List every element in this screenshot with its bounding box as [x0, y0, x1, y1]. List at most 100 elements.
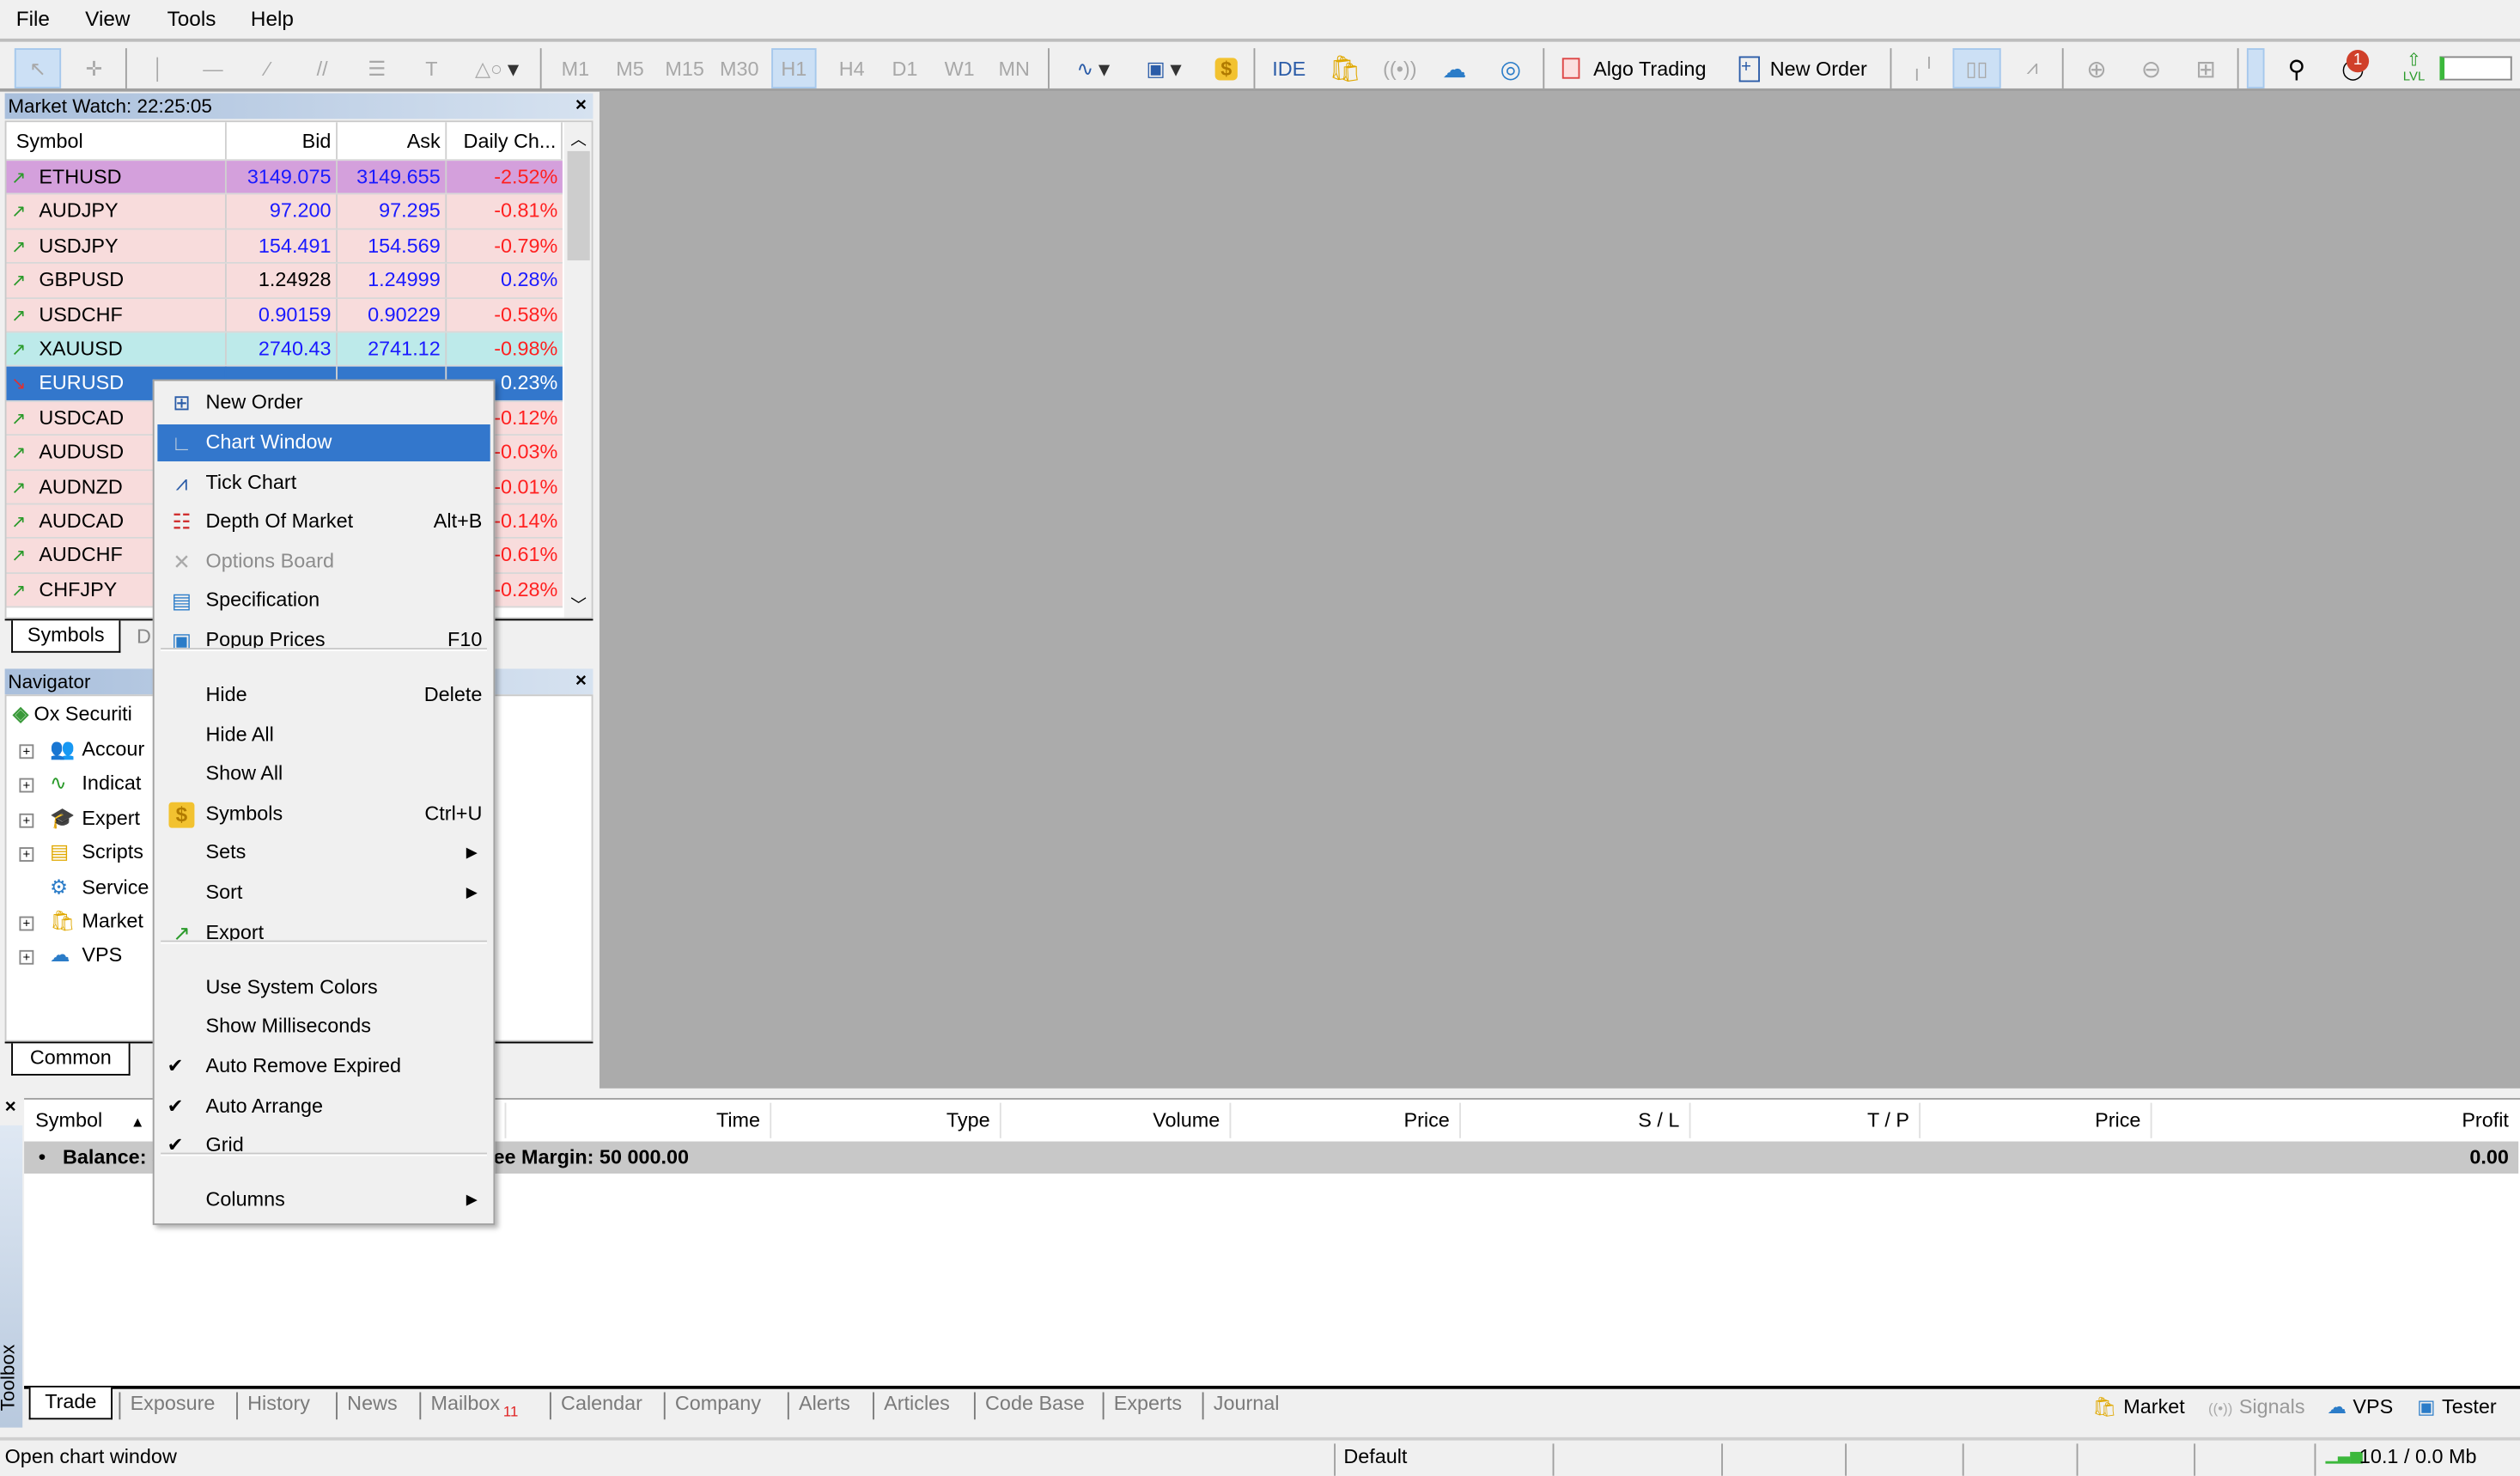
equidistant-channel-button[interactable]: //	[302, 48, 343, 88]
crosshair-button[interactable]: ✛	[74, 48, 114, 88]
menu-item-columns[interactable]: Columns ▶	[157, 1181, 490, 1218]
timeframe-w1-button[interactable]: W1	[937, 48, 982, 88]
timeframe-m15-button[interactable]: M15	[662, 48, 707, 88]
market-button[interactable]: 🛍	[1328, 48, 1363, 88]
tab-news[interactable]: News	[347, 1392, 398, 1414]
expand-icon[interactable]: +	[19, 778, 34, 794]
col-volume[interactable]: Volume	[1001, 1102, 1232, 1138]
signals-button[interactable]: ((•))	[1382, 48, 1417, 88]
timeframe-m30-button[interactable]: M30	[717, 48, 762, 88]
col-symbol[interactable]: Symbol	[6, 122, 227, 160]
menu-item-hide-all[interactable]: Hide All	[157, 717, 490, 754]
menu-help[interactable]: Help	[251, 6, 294, 30]
expand-icon[interactable]: +	[19, 744, 34, 759]
navigator-close-button[interactable]: ×	[575, 668, 587, 691]
tab-experts[interactable]: Experts	[1114, 1392, 1182, 1414]
zoom-out-button[interactable]: ⊖	[2131, 48, 2171, 88]
vertical-line-button[interactable]: │	[138, 48, 179, 88]
navigator-item[interactable]: + 👥 Accour	[19, 733, 144, 765]
toolbox-close-button[interactable]: ×	[5, 1095, 16, 1117]
expand-icon[interactable]: +	[19, 847, 34, 863]
chart-type-button[interactable]: ∿ ▾	[1061, 48, 1125, 88]
navigator-item[interactable]: + 🎓 Expert	[19, 802, 140, 833]
col-current-price[interactable]: Price	[1920, 1102, 2152, 1138]
expand-icon[interactable]: +	[19, 916, 34, 931]
col-ask[interactable]: Ask	[338, 122, 447, 160]
menu-item-export[interactable]: ↗ Export	[157, 915, 490, 952]
trendline-button[interactable]: ⁄	[247, 48, 288, 88]
menu-item-sets[interactable]: Sets ▶	[157, 834, 490, 871]
market-watch-row[interactable]: ↗ GBPUSD 1.24928 1.24999 0.28%	[6, 264, 563, 299]
col-daily-change[interactable]: Daily Ch...	[447, 122, 563, 160]
timeframe-d1-button[interactable]: D1	[882, 48, 927, 88]
navigator-item[interactable]: ⚙ Service	[19, 870, 149, 902]
market-watch-row[interactable]: ↗ USDJPY 154.491 154.569 -0.79%	[6, 229, 563, 265]
tab-company[interactable]: Company	[675, 1392, 761, 1414]
menu-item-grid[interactable]: ✔ Grid	[157, 1127, 490, 1164]
timeframe-mn-button[interactable]: MN	[992, 48, 1037, 88]
menu-file[interactable]: File	[16, 6, 50, 30]
vps-button[interactable]: ☁	[1437, 48, 1472, 88]
menu-item-new-order[interactable]: ⊞ New Order	[157, 384, 490, 421]
timeframe-m1-button[interactable]: M1	[553, 48, 598, 88]
menu-item-hide[interactable]: Hide Delete	[157, 677, 490, 714]
menu-item-show-all[interactable]: Show All	[157, 755, 490, 792]
menu-item-auto-arrange[interactable]: ✔ Auto Arrange	[157, 1089, 490, 1125]
text-button[interactable]: T	[411, 48, 452, 88]
tab-details[interactable]: D	[137, 625, 151, 648]
toolbox-tester-button[interactable]: ▣ Tester	[2417, 1395, 2496, 1418]
tab-calendar[interactable]: Calendar	[561, 1392, 642, 1414]
menu-item-sort[interactable]: Sort ▶	[157, 875, 490, 912]
economic-calendar-button[interactable]: ◎	[1491, 48, 1530, 88]
line-chart-button[interactable]: ⩘	[2012, 48, 2053, 88]
market-watch-row[interactable]: ↗ AUDJPY 97.200 97.295 -0.81%	[6, 195, 563, 230]
lvl-button[interactable]: ⇧ LVL	[2395, 48, 2433, 88]
menu-item-specification[interactable]: ▤ Specification	[157, 582, 490, 619]
navigator-item[interactable]: + 🛍 Market	[19, 905, 143, 936]
tab-trade[interactable]: Trade	[28, 1387, 113, 1420]
horizontal-line-button[interactable]: —	[193, 48, 234, 88]
shapes-button[interactable]: △○ ▾	[466, 48, 527, 88]
tab-symbols[interactable]: Symbols	[11, 620, 121, 653]
menu-item-auto-remove-expired[interactable]: ✔ Auto Remove Expired	[157, 1048, 490, 1085]
symbols-button[interactable]: $	[1208, 48, 1244, 88]
tab-journal[interactable]: Journal	[1214, 1392, 1280, 1414]
timeframe-m5-button[interactable]: M5	[607, 48, 652, 88]
menu-item-chart-window[interactable]: ∟ Chart Window	[157, 424, 490, 462]
search-button[interactable]: ⚲	[2279, 48, 2314, 88]
tab-exposure[interactable]: Exposure	[131, 1392, 216, 1414]
candlestick-button[interactable]: ▯▯	[1952, 48, 2001, 88]
menu-view[interactable]: View	[85, 6, 130, 30]
market-watch-row[interactable]: ↗ XAUUSD 2740.43 2741.12 -0.98%	[6, 332, 563, 368]
notifications-button[interactable]: ◯1	[2334, 48, 2372, 88]
zoom-in-button[interactable]: ⊕	[2077, 48, 2117, 88]
menu-item-popup-prices[interactable]: ▣ Popup Prices F10	[157, 622, 490, 659]
expand-icon[interactable]: +	[19, 950, 34, 966]
col-time[interactable]: Time	[506, 1102, 772, 1138]
tab-common[interactable]: Common	[11, 1043, 131, 1076]
tab-articles[interactable]: Articles	[884, 1392, 950, 1414]
timeframe-h1-button[interactable]: H1	[771, 48, 817, 88]
col-sl[interactable]: S / L	[1461, 1102, 1691, 1138]
navigator-item[interactable]: + ☁ VPS	[19, 940, 122, 972]
timeframe-h4-button[interactable]: H4	[830, 48, 874, 88]
navigator-item[interactable]: + ∿ Indicat	[19, 767, 141, 799]
bar-chart-button[interactable]: ╷╵	[1903, 48, 1944, 88]
menu-item-tick-chart[interactable]: ⩘ Tick Chart	[157, 465, 490, 502]
tab-history[interactable]: History	[247, 1392, 310, 1414]
indicators-button[interactable]: ▣ ▾	[1131, 48, 1196, 88]
menu-item-depth-of-market[interactable]: ☷ Depth Of Market Alt+B	[157, 503, 490, 540]
scrollbar-thumb[interactable]	[567, 150, 590, 261]
col-price[interactable]: Price	[1231, 1102, 1461, 1138]
tab-mailbox[interactable]: Mailbox 11	[430, 1392, 518, 1418]
market-watch-row[interactable]: ↗ ETHUSD 3149.075 3149.655 -2.52%	[6, 161, 563, 196]
col-bid[interactable]: Bid	[227, 122, 338, 160]
menu-item-symbols[interactable]: $ Symbols Ctrl+U	[157, 796, 490, 833]
tab-code-base[interactable]: Code Base	[985, 1392, 1085, 1414]
navigator-root[interactable]: ◈ Ox Securiti	[13, 698, 132, 729]
col-type[interactable]: Type	[771, 1102, 1001, 1138]
cursor-tool-button[interactable]: ↖	[14, 48, 62, 88]
tab-alerts[interactable]: Alerts	[799, 1392, 850, 1414]
col-tp[interactable]: T / P	[1691, 1102, 1921, 1138]
market-watch-scrollbar[interactable]: ︿ ﹀	[563, 122, 592, 618]
